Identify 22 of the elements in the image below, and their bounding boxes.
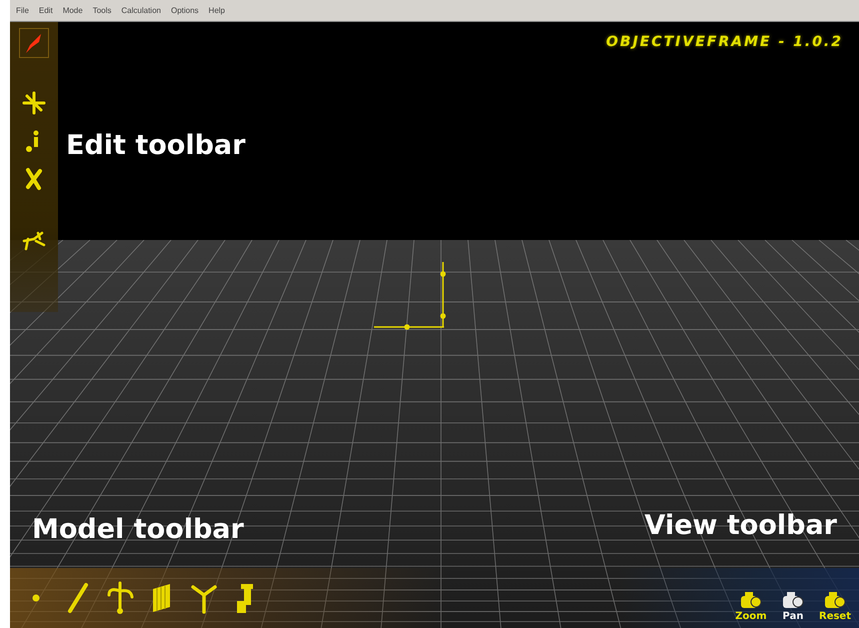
- camera-icon: [781, 590, 805, 610]
- view-toolbar-label: View toolbar: [644, 510, 837, 541]
- menu-item[interactable]: Mode: [62, 6, 83, 15]
- snap-icon: [22, 229, 46, 253]
- edit-toolbar-label: Edit toolbar: [66, 130, 246, 161]
- tool-button[interactable]: [106, 580, 134, 616]
- menu-item[interactable]: Tools: [92, 6, 112, 15]
- menu-item[interactable]: File: [16, 6, 29, 15]
- support-icon: [106, 581, 134, 615]
- model-toolbar-label: Model toolbar: [32, 514, 244, 545]
- view-button[interactable]: Reset: [817, 590, 853, 622]
- move-icon: [22, 91, 46, 115]
- camera-icon: [823, 590, 847, 610]
- menu-item[interactable]: Edit: [38, 6, 53, 15]
- node-icon: [32, 594, 40, 602]
- camera-icon: [739, 590, 763, 610]
- menu-item[interactable]: Help: [208, 6, 225, 15]
- view-button[interactable]: Pan: [775, 590, 811, 622]
- view-button[interactable]: Zoom: [733, 590, 769, 622]
- menu-item[interactable]: Options: [170, 6, 199, 15]
- app-title: OBJECTIVEFRAME - 1.0.2: [606, 34, 843, 50]
- menu-item[interactable]: Calculation: [121, 6, 161, 15]
